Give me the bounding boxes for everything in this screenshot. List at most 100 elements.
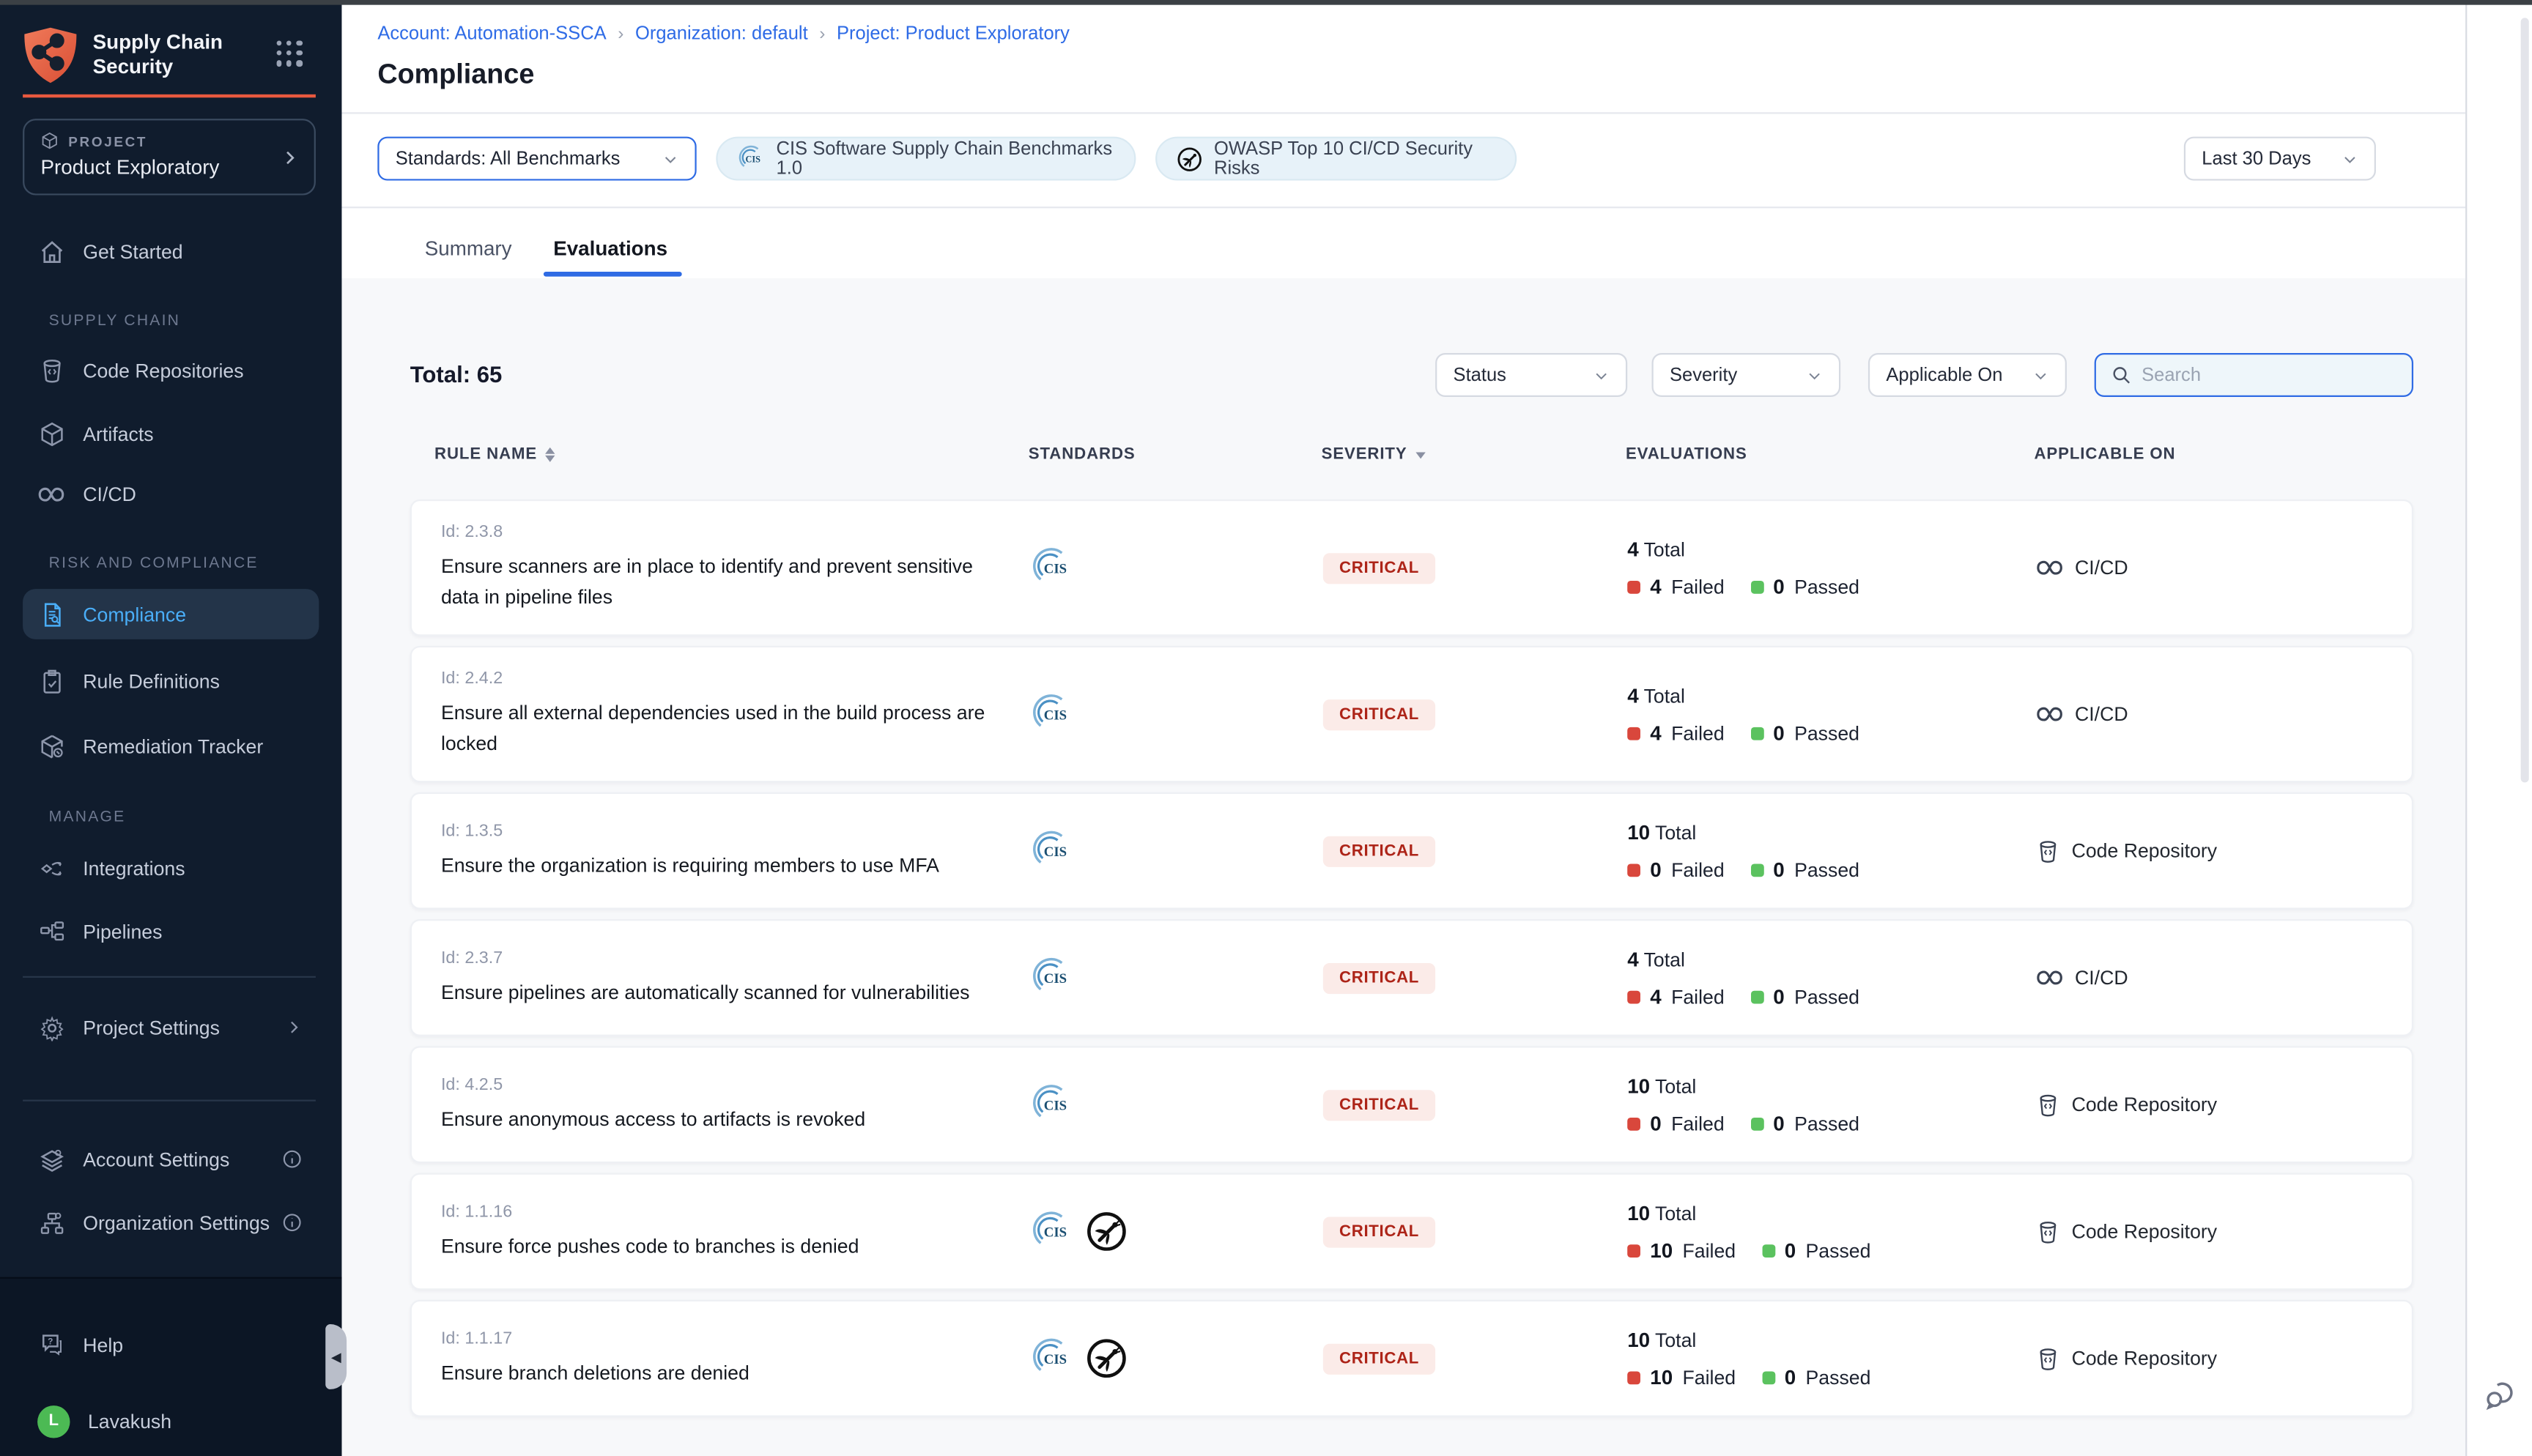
applicable-on-label: Code Repository <box>2072 1220 2218 1243</box>
cis-standard-icon: CIS <box>1030 957 1073 999</box>
sidebar-footer: ? Help L Lavakush <box>0 1277 341 1456</box>
date-range-dropdown[interactable]: Last 30 Days <box>2184 137 2376 181</box>
code-repository-icon <box>37 356 65 384</box>
sidebar-item-integrations[interactable]: Integrations <box>23 843 319 894</box>
rule-row[interactable]: Id: 1.1.16 Ensure force pushes code to b… <box>410 1173 2413 1290</box>
column-rule-name[interactable]: RULE NAME <box>434 446 1029 464</box>
standards-dropdown[interactable]: Standards: All Benchmarks <box>377 137 696 181</box>
code-repository-icon <box>2036 1093 2060 1117</box>
eval-passed-label: Passed <box>1794 721 1859 744</box>
project-selector[interactable]: PROJECT Product Exploratory <box>23 119 316 195</box>
column-severity[interactable]: SEVERITY <box>1322 446 1626 464</box>
sidebar-item-code-repositories[interactable]: Code Repositories <box>23 345 319 395</box>
severity-filter-dropdown[interactable]: Severity <box>1652 353 1841 397</box>
chevron-down-icon <box>662 150 678 166</box>
eval-failed-count: 0 <box>1650 1112 1661 1134</box>
sidebar-item-rule-definitions[interactable]: Rule Definitions <box>23 655 319 706</box>
support-chat-icon[interactable] <box>2484 1376 2520 1412</box>
active-tab-underline <box>544 272 682 277</box>
eval-failed-label: Failed <box>1683 1366 1736 1389</box>
applicable-on-cell: Code Repository <box>2036 1346 2412 1370</box>
standards-cell: CIS <box>1030 1211 1323 1253</box>
evaluations-cell: 10 Total 0 Failed 0 Passed <box>1627 821 2036 881</box>
severity-cell: CRITICAL <box>1323 1215 1627 1247</box>
chevron-down-icon <box>1807 367 1823 383</box>
sidebar-collapse-handle[interactable]: ◀ <box>325 1324 347 1389</box>
rule-row[interactable]: Id: 1.1.17 Ensure branch deletions are d… <box>410 1300 2413 1417</box>
svg-text:CIS: CIS <box>1044 1098 1067 1113</box>
breadcrumb-organization[interactable]: Organization: default <box>635 24 808 44</box>
app-switcher-grid-icon[interactable] <box>277 41 303 67</box>
rule-cell: Id: 4.2.5 Ensure anonymous access to art… <box>441 1074 1030 1134</box>
rule-name: Ensure the organization is requiring mem… <box>441 850 1007 881</box>
sidebar-item-cicd[interactable]: CI/CD <box>23 469 319 519</box>
user-menu[interactable]: L Lavakush <box>23 1396 319 1446</box>
help-chat-icon: ? <box>37 1331 65 1359</box>
standard-chip-cis[interactable]: CIS CIS Software Supply Chain Benchmarks… <box>716 137 1136 181</box>
evaluations-cell: 4 Total 4 Failed 0 Passed <box>1627 538 2036 598</box>
sidebar-item-account-settings[interactable]: Account Settings <box>23 1134 319 1184</box>
org-chart-gear-icon <box>37 1208 65 1236</box>
table-body: Id: 2.3.8 Ensure scanners are in place t… <box>410 499 2413 1417</box>
applicable-on-cell: Code Repository <box>2036 1219 2412 1244</box>
standard-chip-owasp[interactable]: OWASP Top 10 CI/CD Security Risks <box>1155 137 1517 181</box>
rule-cell: Id: 2.3.8 Ensure scanners are in place t… <box>441 522 1030 613</box>
applicable-on-cell: CI/CD <box>2036 966 2412 989</box>
rule-cell: Id: 1.1.16 Ensure force pushes code to b… <box>441 1201 1030 1261</box>
passed-indicator <box>1750 580 1763 593</box>
svg-text:CIS: CIS <box>1044 561 1067 576</box>
sidebar-item-artifacts[interactable]: Artifacts <box>23 409 319 459</box>
rule-row[interactable]: Id: 2.3.8 Ensure scanners are in place t… <box>410 499 2413 636</box>
owasp-standard-icon <box>1086 1337 1128 1380</box>
scrollbar[interactable] <box>2521 18 2529 782</box>
sidebar-item-organization-settings[interactable]: Organization Settings <box>23 1197 319 1248</box>
tab-evaluations[interactable]: Evaluations <box>553 237 667 260</box>
rule-row[interactable]: Id: 2.3.7 Ensure pipelines are automatic… <box>410 919 2413 1036</box>
info-icon[interactable] <box>281 1148 303 1170</box>
sidebar-item-pipelines[interactable]: Pipelines <box>23 906 319 957</box>
evaluations-cell: 4 Total 4 Failed 0 Passed <box>1627 684 2036 744</box>
svg-text:?: ? <box>47 1335 52 1345</box>
app-logo-shield-icon <box>23 26 78 85</box>
eval-total-count: 4 <box>1627 684 1638 707</box>
cis-standard-icon: CIS <box>1030 693 1073 735</box>
severity-badge: CRITICAL <box>1323 699 1435 730</box>
eval-failed-count: 4 <box>1650 575 1661 598</box>
rule-row[interactable]: Id: 4.2.5 Ensure anonymous access to art… <box>410 1046 2413 1163</box>
sidebar-item-compliance[interactable]: Compliance <box>23 589 319 639</box>
eval-failed-label: Failed <box>1671 858 1725 881</box>
sort-desc-icon <box>1415 451 1425 458</box>
rule-row[interactable]: Id: 1.3.5 Ensure the organization is req… <box>410 792 2413 910</box>
rule-row[interactable]: Id: 2.4.2 Ensure all external dependenci… <box>410 646 2413 783</box>
sidebar-item-help[interactable]: ? Help <box>23 1319 319 1370</box>
eval-total-count: 10 <box>1627 1201 1650 1224</box>
chevron-right-icon <box>280 148 300 168</box>
project-name: Product Exploratory <box>41 156 298 179</box>
cis-standard-icon: CIS <box>1030 1337 1073 1380</box>
layers-gear-icon <box>37 1145 65 1173</box>
severity-badge: CRITICAL <box>1323 553 1435 584</box>
tab-summary[interactable]: Summary <box>425 237 512 260</box>
eval-passed-label: Passed <box>1794 1112 1859 1134</box>
column-applicable-on: APPLICABLE ON <box>2035 446 2414 464</box>
eval-failed-count: 10 <box>1650 1238 1673 1261</box>
standards-cell: CIS <box>1030 546 1323 589</box>
severity-cell: CRITICAL <box>1323 1088 1627 1121</box>
search-input[interactable] <box>2142 365 2385 385</box>
sidebar-item-project-settings[interactable]: Project Settings <box>23 1002 319 1052</box>
breadcrumb-account[interactable]: Account: Automation-SSCA <box>377 24 606 44</box>
sidebar-item-remediation-tracker[interactable]: Remediation Tracker <box>23 721 319 771</box>
breadcrumb-separator: › <box>819 24 825 44</box>
rule-cell: Id: 2.4.2 Ensure all external dependenci… <box>441 669 1030 759</box>
svg-text:CIS: CIS <box>1044 1225 1067 1241</box>
standards-cell: CIS <box>1030 1083 1323 1126</box>
section-label-manage: MANAGE <box>49 809 126 826</box>
eval-failed-count: 4 <box>1650 985 1661 1008</box>
applicable-on-filter-dropdown[interactable]: Applicable On <box>1868 353 2067 397</box>
status-filter-dropdown[interactable]: Status <box>1435 353 1627 397</box>
home-icon <box>37 237 65 265</box>
info-icon[interactable] <box>281 1212 303 1233</box>
passed-indicator <box>1750 990 1763 1003</box>
sidebar-item-get-started[interactable]: Get Started <box>23 226 319 277</box>
breadcrumb-project[interactable]: Project: Product Exploratory <box>837 24 1070 44</box>
